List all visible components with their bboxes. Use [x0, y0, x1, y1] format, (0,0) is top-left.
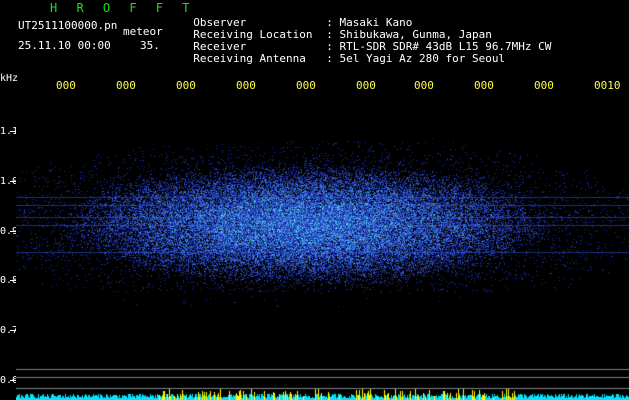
info-key: Receiving Antenna	[193, 52, 306, 65]
spectrogram-plot	[16, 91, 629, 400]
info-value: : 5el Yagi Az 280 for Seoul	[326, 52, 506, 65]
count-label: 35.	[140, 39, 160, 52]
filename-label: UT2511100000.pn	[18, 19, 118, 32]
datetime-label: 25.11.10 00:00	[18, 39, 111, 52]
y-axis-unit: kHz	[0, 73, 19, 84]
info-row-antenna: Receiving Antenna : 5el Yagi Az 280 for S…	[180, 41, 505, 65]
station-title: H R O F F T	[50, 1, 196, 15]
type-label: meteor	[123, 25, 163, 38]
